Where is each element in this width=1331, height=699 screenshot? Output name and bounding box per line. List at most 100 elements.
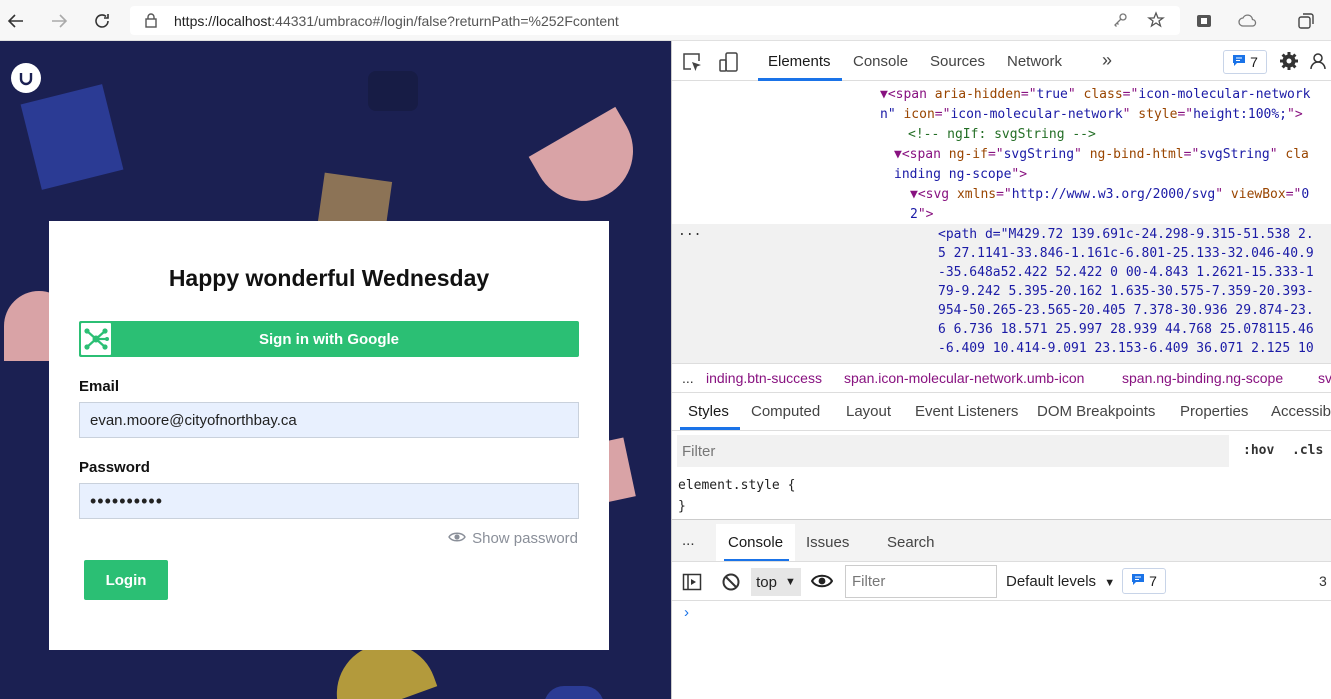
collections-icon[interactable] — [1296, 11, 1316, 31]
breadcrumb-item[interactable]: svg — [1318, 370, 1331, 386]
breadcrumb-item[interactable]: inding.btn-success — [706, 370, 822, 386]
url-host: https://localhost — [174, 12, 272, 29]
path-line: 5 27.1141-33.846-1.161c-6.801-25.133-32.… — [938, 246, 1314, 261]
tab-computed[interactable]: Computed — [751, 403, 820, 420]
tab-elements[interactable]: Elements — [768, 53, 831, 70]
extension-icon[interactable] — [1194, 11, 1214, 31]
styles-tabbar: Styles Computed Layout Event Listeners D… — [672, 393, 1331, 431]
favorites-star-icon[interactable] — [1146, 10, 1166, 30]
refresh-icon[interactable] — [89, 8, 115, 34]
browser-toolbar: https://localhost:44331/umbraco#/login/f… — [0, 0, 1331, 41]
clear-console-icon[interactable] — [721, 572, 741, 595]
hov-toggle[interactable]: :hov — [1243, 443, 1274, 458]
path-line: 6 6.736 18.571 25.997 28.939 44.768 25.0… — [938, 322, 1314, 337]
email-label: Email — [79, 378, 120, 395]
node-ellipsis[interactable]: ... — [678, 224, 701, 239]
cls-toggle[interactable]: .cls — [1292, 443, 1323, 458]
tab-accessibility[interactable]: Accessibi — [1271, 403, 1331, 420]
sidebar-toggle-icon[interactable] — [682, 572, 702, 595]
path-line: 954-50.265-23.565-20.405 7.378-30.936 29… — [938, 303, 1314, 318]
console-prompt[interactable]: › — [684, 604, 689, 621]
key-icon[interactable] — [1110, 10, 1130, 30]
login-button[interactable]: Login — [84, 560, 168, 600]
tab-network[interactable]: Network — [1007, 53, 1062, 70]
breadcrumb: ... inding.btn-success span.icon-molecul… — [672, 363, 1331, 393]
password-field[interactable]: •••••••••• — [79, 483, 579, 519]
url-path: :44331/umbraco#/login/false?returnPath=%… — [271, 12, 619, 29]
console-filter-input[interactable]: Filter — [845, 565, 997, 598]
element-style-selector: element.style { — [678, 478, 796, 493]
email-field[interactable]: evan.moore@cityofnorthbay.ca — [79, 402, 579, 438]
decor-shape — [20, 84, 124, 190]
devtools-toolbar: Elements Console Sources Network » 7 — [672, 41, 1331, 81]
dom-line-6[interactable]: 2"> — [910, 207, 933, 221]
device-toolbar-icon[interactable] — [718, 51, 740, 76]
tab-layout[interactable]: Layout — [846, 403, 891, 420]
tab-styles[interactable]: Styles — [688, 403, 729, 420]
styles-filter-bar: Filter :hov .cls — [672, 431, 1331, 471]
selected-path-node[interactable]: ... <path d="M429.72 139.691c-24.298-9.3… — [672, 224, 1331, 364]
caret-down-icon: ▼ — [784, 576, 796, 588]
show-password-label: Show password — [472, 530, 578, 547]
umbraco-logo[interactable] — [11, 63, 41, 93]
dom-line-5[interactable]: ▼<svg xmlns="http://www.w3.org/2000/svg"… — [910, 187, 1309, 202]
dom-line-0[interactable]: ▼<span aria-hidden="true" class="icon-mo… — [880, 87, 1311, 102]
drawer-tab-issues[interactable]: Issues — [806, 534, 849, 551]
sign-in-google-button[interactable]: Sign in with Google — [79, 321, 579, 357]
live-expression-eye-icon[interactable] — [810, 573, 834, 592]
element-style-rule[interactable]: element.style { } — [678, 475, 795, 517]
path-line: -6.409 10.414-9.091 23.153-6.409 36.071 … — [938, 341, 1314, 356]
message-icon — [1232, 54, 1246, 70]
console-issues-badge[interactable]: 7 — [1122, 568, 1166, 594]
issues-count: 7 — [1250, 54, 1258, 70]
tab-console[interactable]: Console — [853, 53, 908, 70]
breadcrumb-ellipsis[interactable]: ... — [682, 370, 694, 386]
dom-tree: ▼<span aria-hidden="true" class="icon-mo… — [672, 81, 1331, 221]
password-label: Password — [79, 459, 150, 476]
tab-properties[interactable]: Properties — [1180, 403, 1248, 420]
cloud-icon[interactable] — [1238, 11, 1258, 31]
path-line: -35.648a52.422 52.422 0 00-4.843 1.2621-… — [938, 265, 1314, 280]
dom-line-1[interactable]: n" icon="icon-molecular-network" style="… — [880, 107, 1303, 122]
decor-shape — [528, 106, 652, 220]
settings-gear-icon[interactable] — [1279, 51, 1299, 74]
tab-sources[interactable]: Sources — [930, 53, 985, 70]
back-arrow-icon[interactable] — [3, 8, 29, 34]
levels-caret-icon: ▼ — [1104, 577, 1116, 589]
dom-line-3[interactable]: ▼<span ng-if="svgString" ng-bind-html="s… — [894, 147, 1309, 162]
path-line: 79-9.242 5.395-20.162 1.635-30.575-7.359… — [938, 284, 1314, 299]
login-page: Happy wonderful Wednesday Sign in with G… — [0, 41, 671, 699]
show-password-toggle[interactable]: Show password — [448, 530, 578, 547]
hidden-messages-count: 3 — [1319, 573, 1327, 589]
more-tabs-icon[interactable]: » — [1102, 50, 1112, 71]
breadcrumb-item[interactable]: span.ng-binding.ng-scope — [1122, 370, 1283, 386]
context-selector[interactable]: top ▼ — [751, 568, 801, 596]
tab-event-listeners[interactable]: Event Listeners — [915, 403, 1018, 420]
log-levels-dropdown[interactable]: Default levels ▼ — [1006, 573, 1115, 590]
account-icon[interactable] — [1310, 51, 1330, 74]
dom-line-2[interactable]: <!-- ngIf: svgString --> — [908, 127, 1096, 142]
inspect-element-icon[interactable] — [681, 51, 703, 76]
drawer-tab-console[interactable]: Console — [728, 534, 783, 551]
eye-icon — [448, 530, 466, 547]
styles-tab-indicator — [680, 427, 740, 430]
element-style-close: } — [678, 499, 686, 514]
tab-dom-breakpoints[interactable]: DOM Breakpoints — [1037, 403, 1155, 420]
breadcrumb-item[interactable]: span.icon-molecular-network.umb-icon — [844, 370, 1084, 386]
console-issues-count: 7 — [1149, 573, 1157, 589]
log-levels-label: Default levels — [1006, 573, 1097, 590]
google-button-label: Sign in with Google — [259, 330, 399, 348]
drawer-tabbar: ... Console Issues Search — [672, 519, 1331, 562]
drawer-tab-search[interactable]: Search — [887, 534, 935, 551]
issues-badge[interactable]: 7 — [1223, 50, 1267, 74]
message-icon — [1131, 573, 1145, 589]
forward-arrow-icon[interactable] — [46, 8, 72, 34]
greeting-title: Happy wonderful Wednesday — [168, 265, 490, 291]
dom-line-4[interactable]: inding ng-scope"> — [894, 167, 1027, 182]
address-bar[interactable]: https://localhost:44331/umbraco#/login/f… — [130, 6, 1180, 35]
drawer-menu[interactable]: ... — [682, 532, 695, 549]
console-toolbar: top ▼ Filter Default levels ▼ 7 3 — [672, 561, 1331, 601]
decor-shape — [368, 71, 418, 111]
styles-filter-input[interactable]: Filter — [677, 435, 1229, 467]
devtools-panel: Elements Console Sources Network » 7 ▼<s… — [671, 41, 1331, 699]
